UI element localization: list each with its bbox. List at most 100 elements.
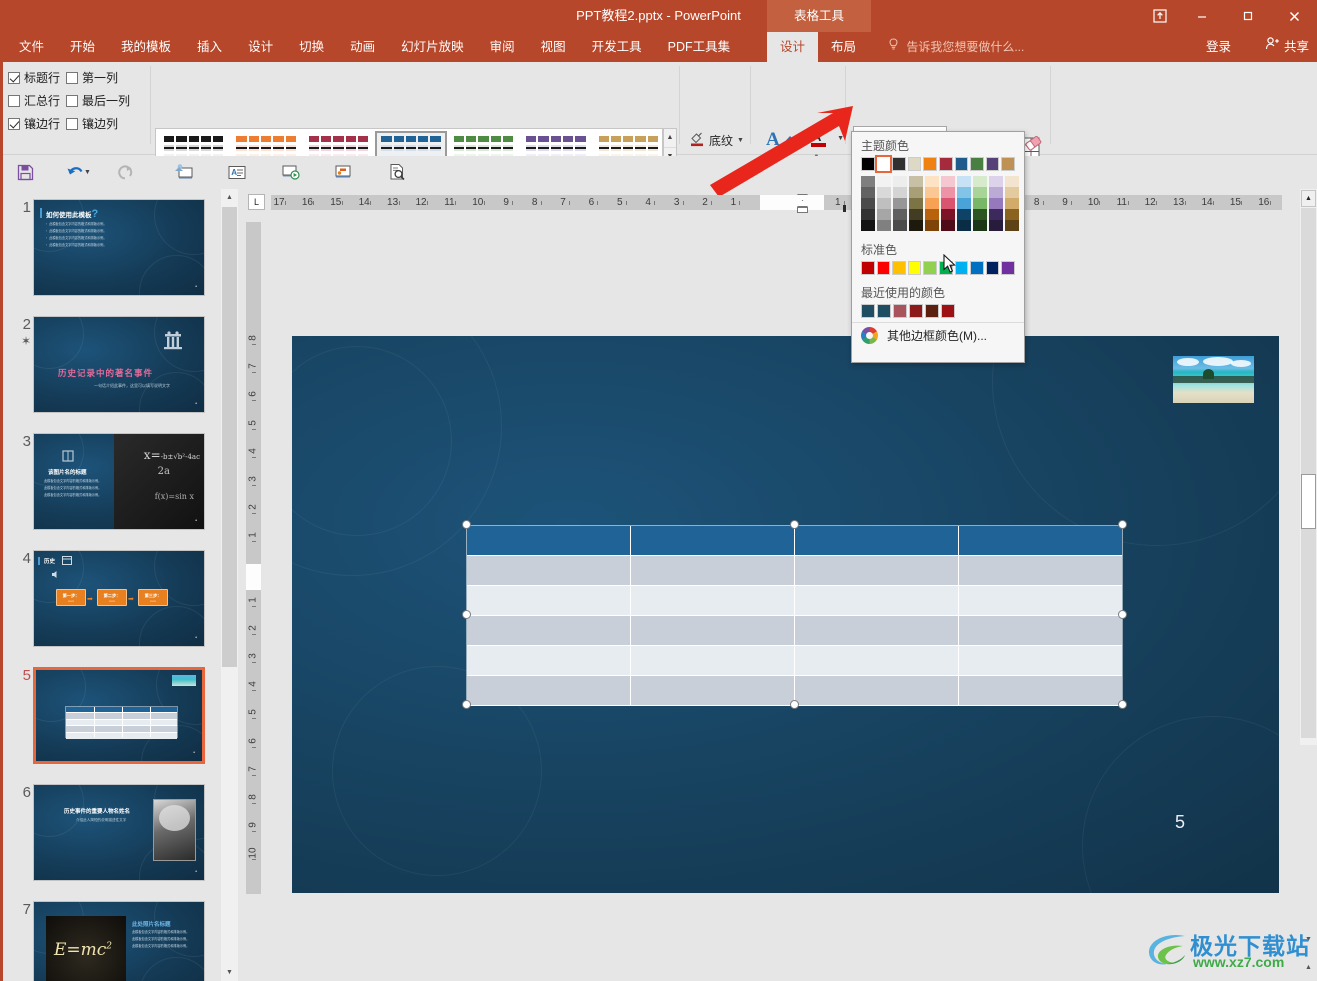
table-cell[interactable]	[795, 646, 959, 675]
recent-color-swatch[interactable]	[893, 304, 907, 318]
theme-tint-swatch[interactable]	[877, 187, 891, 198]
tab-transitions[interactable]: 切换	[286, 32, 337, 62]
theme-tint-swatch[interactable]	[861, 220, 875, 231]
theme-tint-swatch[interactable]	[861, 209, 875, 220]
resize-handle-ne[interactable]	[1118, 520, 1127, 529]
table-cell[interactable]	[795, 616, 959, 645]
tab-design[interactable]: 设计	[235, 32, 286, 62]
tab-stop-selector[interactable]: L	[248, 194, 265, 210]
checkbox-header-row[interactable]: 标题行	[8, 69, 60, 86]
tab-pdf-tools[interactable]: PDF工具集	[655, 32, 744, 62]
theme-colors-tints-grid[interactable]	[852, 175, 1024, 236]
slide-thumbnail-preview[interactable]: x=-b±√b²-4ac 2a f(x)=sin x 该图片名的标题 此模板包含文字内容…	[33, 433, 205, 530]
theme-tint-swatch[interactable]	[893, 220, 907, 231]
theme-tint-swatch[interactable]	[861, 198, 875, 209]
checkbox-banded-columns[interactable]: 镶边列	[66, 115, 118, 132]
start-from-beginning-icon[interactable]	[169, 158, 199, 186]
share-button[interactable]: 共享	[1265, 32, 1309, 62]
theme-tint-swatch[interactable]	[957, 209, 971, 220]
table-row[interactable]	[467, 616, 1122, 646]
checkbox-last-column[interactable]: 最后一列	[66, 92, 130, 109]
slide-table[interactable]	[466, 525, 1123, 706]
table-cell[interactable]	[959, 586, 1122, 615]
table-row[interactable]	[467, 646, 1122, 676]
theme-color-swatch[interactable]	[907, 157, 922, 171]
theme-color-swatch[interactable]	[1001, 157, 1015, 171]
slide-thumbnail-preview[interactable]: •	[33, 667, 205, 764]
theme-tint-swatch[interactable]	[925, 220, 939, 231]
tab-my-templates[interactable]: 我的模板	[108, 32, 184, 62]
more-border-colors-item[interactable]: 其他边框颜色(M)...	[852, 322, 1024, 348]
minimize-button[interactable]	[1179, 0, 1225, 32]
table-row[interactable]	[467, 556, 1122, 586]
table-cell[interactable]	[795, 676, 959, 705]
resize-handle-e[interactable]	[1118, 610, 1127, 619]
theme-color-swatch[interactable]	[874, 155, 893, 173]
theme-tint-swatch[interactable]	[877, 220, 891, 231]
theme-tint-swatch[interactable]	[957, 220, 971, 231]
save-icon[interactable]	[10, 158, 40, 186]
tropical-beach-photo[interactable]	[1173, 356, 1254, 403]
theme-tint-swatch[interactable]	[989, 220, 1003, 231]
scroll-up-icon[interactable]: ▲	[1301, 190, 1316, 207]
next-slide-icon[interactable]: ▲	[1305, 964, 1312, 971]
resize-handle-s[interactable]	[790, 700, 799, 709]
slides-panel-scroll-down-icon[interactable]: ▼	[221, 964, 238, 981]
resize-handle-nw[interactable]	[462, 520, 471, 529]
theme-tint-swatch[interactable]	[877, 209, 891, 220]
table-row[interactable]	[467, 526, 1122, 556]
standard-color-swatch[interactable]	[907, 261, 922, 275]
slide-thumbnail-preview[interactable]: 历史 第一步： xxxx ➡ 第二步： xxxx ➡ 第三步： xxxx •	[33, 550, 205, 647]
slides-thumbnail-panel[interactable]: 1 如何使用此模板? › 此模板包含文字内容的格式和排版示例。 › 此模板包含文字内容的格…	[3, 189, 221, 981]
theme-tint-swatch[interactable]	[909, 187, 923, 198]
tab-animations[interactable]: 动画	[337, 32, 388, 62]
theme-color-swatch[interactable]	[892, 157, 906, 171]
slides-panel-scrollbar[interactable]: ▲ ▼	[221, 189, 238, 981]
recent-color-swatch[interactable]	[909, 304, 923, 318]
print-preview-icon[interactable]	[382, 158, 412, 186]
slide-thumbnail-preview[interactable]: 历史事件的重要人物名姓名 介绍此人简短的说明描述性文字 •	[33, 784, 205, 881]
indent-marker-box[interactable]	[797, 207, 808, 213]
theme-tint-swatch[interactable]	[893, 187, 907, 198]
theme-tint-swatch[interactable]	[957, 176, 971, 187]
theme-tint-swatch[interactable]	[877, 198, 891, 209]
theme-tint-swatch[interactable]	[909, 209, 923, 220]
theme-tint-swatch[interactable]	[925, 176, 939, 187]
theme-tint-swatch[interactable]	[941, 187, 955, 198]
standard-color-swatch[interactable]	[970, 261, 984, 275]
slides-panel-scroll-thumb[interactable]	[222, 207, 237, 667]
tab-developer[interactable]: 开发工具	[579, 32, 655, 62]
table-cell[interactable]	[467, 526, 631, 555]
slideshow-icon[interactable]	[276, 158, 306, 186]
table-cell[interactable]	[631, 556, 795, 585]
table-cell[interactable]	[959, 526, 1122, 555]
table-cell[interactable]	[631, 616, 795, 645]
ribbon-display-options-icon[interactable]	[1140, 0, 1180, 32]
table-cell[interactable]	[959, 616, 1122, 645]
table-cell[interactable]	[795, 586, 959, 615]
theme-tint-swatch[interactable]	[941, 209, 955, 220]
undo-dropdown-icon[interactable]: ▼	[84, 169, 91, 176]
tab-view[interactable]: 视图	[528, 32, 579, 62]
theme-color-swatch[interactable]	[923, 157, 937, 171]
table-cell[interactable]	[631, 526, 795, 555]
tab-slideshow[interactable]: 幻灯片放映	[388, 32, 477, 62]
table-cell[interactable]	[467, 646, 631, 675]
theme-tint-swatch[interactable]	[909, 176, 923, 187]
theme-tint-swatch[interactable]	[1005, 198, 1019, 209]
theme-color-swatch[interactable]	[954, 157, 969, 171]
new-slide-icon[interactable]: A	[222, 158, 252, 186]
checkbox-total-row[interactable]: 汇总行	[8, 92, 60, 109]
scroll-track[interactable]	[1301, 208, 1316, 738]
slide-thumbnail-preview[interactable]: 如何使用此模板? › 此模板包含文字内容的格式和排版示例。 › 此模板包含文字内容的格式…	[33, 199, 205, 296]
table-cell[interactable]	[959, 556, 1122, 585]
table-cell[interactable]	[795, 556, 959, 585]
resize-handle-w[interactable]	[462, 610, 471, 619]
theme-tint-swatch[interactable]	[893, 198, 907, 209]
theme-tint-swatch[interactable]	[1005, 209, 1019, 220]
standard-color-swatch[interactable]	[985, 261, 1000, 275]
tab-home[interactable]: 开始	[57, 32, 108, 62]
redo-icon[interactable]	[110, 158, 140, 186]
table-row[interactable]	[467, 586, 1122, 616]
close-button[interactable]	[1271, 0, 1317, 32]
